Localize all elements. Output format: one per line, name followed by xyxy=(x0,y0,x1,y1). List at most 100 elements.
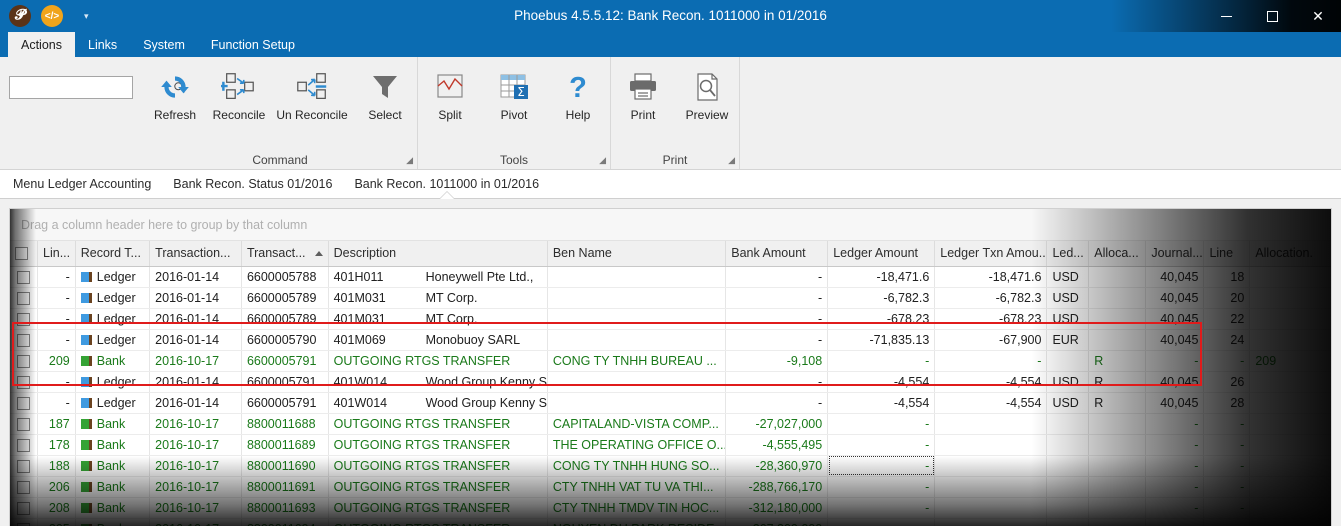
cell-allocation-2[interactable] xyxy=(1249,413,1331,435)
cell-record-type[interactable]: Bank xyxy=(75,434,151,456)
cell-record-type[interactable]: Ledger xyxy=(75,392,151,414)
cell-allocation-2[interactable] xyxy=(1249,497,1331,519)
table-row[interactable]: 178 Bank 2016-10-17 8800011689 OUTGOING RTGS… xyxy=(10,434,1331,456)
cell-ledger-txn-amount[interactable] xyxy=(934,476,1048,498)
cell-ben-name[interactable] xyxy=(547,287,727,309)
select-button[interactable]: Select xyxy=(353,63,417,122)
cell-journal[interactable]: - xyxy=(1145,518,1205,526)
cell-transaction-no[interactable]: 8800011688 xyxy=(241,413,329,435)
cell-line[interactable]: 24 xyxy=(1203,329,1251,351)
cell-transaction-date[interactable]: 2016-10-17 xyxy=(149,518,242,526)
tab-function-setup[interactable]: Function Setup xyxy=(198,32,308,57)
cell-description[interactable]: 401M031 MT Corp. xyxy=(328,287,548,309)
cell-line[interactable]: - xyxy=(1203,455,1251,477)
print-dialog-launcher-icon[interactable]: ◢ xyxy=(728,155,735,166)
row-checkbox-cell[interactable] xyxy=(10,497,39,519)
split-button[interactable]: Split xyxy=(418,63,482,122)
cell-ledger-txn-amount[interactable]: -4,554 xyxy=(934,392,1048,414)
column-header-ben-name[interactable]: Ben Name xyxy=(547,241,727,267)
cell-description[interactable]: 401H011 Honeywell Pte Ltd., xyxy=(328,266,548,288)
row-checkbox-cell[interactable] xyxy=(10,392,39,414)
cell-ledger-amount[interactable]: - xyxy=(827,518,936,526)
tab-system[interactable]: System xyxy=(130,32,198,57)
cell-ledger-txn-amount[interactable] xyxy=(934,518,1048,526)
breadcrumb-item-bank-recon-1011000[interactable]: Bank Recon. 1011000 in 01/2016 xyxy=(343,170,550,199)
command-dialog-launcher-icon[interactable]: ◢ xyxy=(406,155,413,166)
preview-button[interactable]: Preview xyxy=(675,63,739,122)
row-checkbox[interactable] xyxy=(17,438,31,452)
cell-record-type[interactable]: Ledger xyxy=(75,308,151,330)
cell-record-type[interactable]: Bank xyxy=(75,455,151,477)
cell-description[interactable]: OUTGOING RTGS TRANSFER xyxy=(328,476,548,498)
cell-allocation-2[interactable] xyxy=(1249,476,1331,498)
cell-record-type[interactable]: Bank xyxy=(75,413,151,435)
cell-line[interactable]: - xyxy=(1203,350,1251,372)
cell-line[interactable]: - xyxy=(1203,434,1251,456)
row-checkbox[interactable] xyxy=(17,459,31,473)
cell-allocation[interactable] xyxy=(1088,455,1147,477)
cell-ben-name[interactable] xyxy=(547,371,727,393)
cell-description[interactable]: 401M069 Monobuoy SARL xyxy=(328,329,548,351)
cell-journal[interactable]: - xyxy=(1145,413,1205,435)
cell-description[interactable]: OUTGOING RTGS TRANSFER xyxy=(328,455,548,477)
cell-ledger-ccy[interactable]: USD xyxy=(1046,308,1090,330)
cell-ledger-ccy[interactable] xyxy=(1046,476,1090,498)
cell-transaction-date[interactable]: 2016-10-17 xyxy=(149,476,242,498)
cell-line[interactable]: 18 xyxy=(1203,266,1251,288)
cell-bank-amount[interactable]: -27,027,000 xyxy=(725,413,829,435)
cell-journal[interactable]: 40,045 xyxy=(1145,371,1205,393)
cell-allocation[interactable] xyxy=(1088,518,1147,526)
cell-description[interactable]: OUTGOING RTGS TRANSFER xyxy=(328,350,548,372)
cell-allocation-2[interactable] xyxy=(1249,392,1331,414)
cell-ledger-txn-amount[interactable] xyxy=(934,413,1048,435)
cell-record-type[interactable]: Ledger xyxy=(75,329,151,351)
cell-bank-amount[interactable]: - xyxy=(725,308,829,330)
cell-ledger-txn-amount[interactable] xyxy=(934,434,1048,456)
cell-transaction-date[interactable]: 2016-10-17 xyxy=(149,434,242,456)
cell-description[interactable]: OUTGOING RTGS TRANSFER xyxy=(328,434,548,456)
column-header-ledger-ccy[interactable]: Led... xyxy=(1046,241,1090,267)
row-checkbox-cell[interactable] xyxy=(10,329,39,351)
cell-journal[interactable]: 40,045 xyxy=(1145,392,1205,414)
cell-ben-name[interactable]: NGUYEN DU PARK RESIDE... xyxy=(547,518,727,526)
cell-line[interactable]: 28 xyxy=(1203,392,1251,414)
cell-ledger-ccy[interactable]: USD xyxy=(1046,371,1090,393)
chevron-down-icon[interactable]: ▾ xyxy=(84,11,89,22)
cell-ledger-ccy[interactable]: EUR xyxy=(1046,329,1090,351)
table-row[interactable]: - Ledger 2016-01-14 6600005790 401M069 Monobu… xyxy=(10,329,1331,351)
cell-transaction-date[interactable]: 2016-01-14 xyxy=(149,371,242,393)
column-header-ledger-amount[interactable]: Ledger Amount xyxy=(827,241,936,267)
cell-allocation[interactable]: R xyxy=(1088,392,1147,414)
cell-allocation[interactable] xyxy=(1088,308,1147,330)
cell-record-type[interactable]: Ledger xyxy=(75,287,151,309)
column-header-line-no[interactable]: Lin... xyxy=(37,241,76,267)
cell-transaction-date[interactable]: 2016-01-14 xyxy=(149,392,242,414)
phoebus-logo-icon[interactable] xyxy=(9,5,31,27)
cell-journal[interactable]: - xyxy=(1145,476,1205,498)
cell-allocation[interactable] xyxy=(1088,497,1147,519)
cell-allocation-2[interactable] xyxy=(1249,371,1331,393)
cell-description[interactable]: OUTGOING RTGS TRANSFER xyxy=(328,413,548,435)
cell-ledger-ccy[interactable] xyxy=(1046,413,1090,435)
cell-bank-amount[interactable]: -4,555,495 xyxy=(725,434,829,456)
cell-bank-amount[interactable]: - xyxy=(725,266,829,288)
table-row[interactable]: 208 Bank 2016-10-17 8800011693 OUTGOING RTGS… xyxy=(10,497,1331,519)
table-row[interactable]: 205 Bank 2016-10-178800011694 OUTGOING RTGS… xyxy=(10,518,1331,526)
cell-bank-amount[interactable]: - xyxy=(725,329,829,351)
cell-bank-amount[interactable]: - xyxy=(725,287,829,309)
column-header-transaction-date[interactable]: Transaction... xyxy=(149,241,242,267)
row-checkbox[interactable] xyxy=(17,312,31,326)
row-checkbox[interactable] xyxy=(17,291,31,305)
cell-line-no[interactable]: - xyxy=(37,329,76,351)
cell-transaction-no[interactable]: 8800011690 xyxy=(241,455,329,477)
column-header-transaction-no[interactable]: Transact... xyxy=(241,241,329,267)
row-checkbox-cell[interactable] xyxy=(10,371,39,393)
cell-allocation[interactable] xyxy=(1088,476,1147,498)
row-checkbox-cell[interactable] xyxy=(10,266,39,288)
cell-transaction-date[interactable]: 2016-01-14 xyxy=(149,266,242,288)
tab-actions[interactable]: Actions xyxy=(8,32,75,57)
row-checkbox[interactable] xyxy=(17,417,31,431)
cell-allocation[interactable] xyxy=(1088,329,1147,351)
cell-transaction-no[interactable]: 6600005790 xyxy=(241,329,329,351)
cell-allocation-2[interactable] xyxy=(1249,266,1331,288)
